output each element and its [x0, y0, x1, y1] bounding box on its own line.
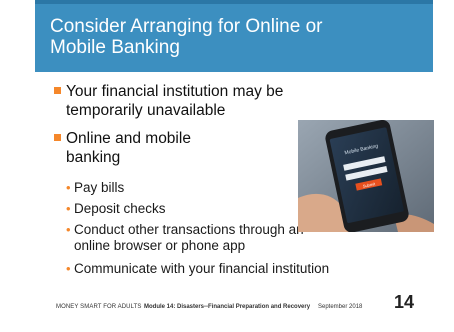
footer-date: September 2018: [318, 304, 363, 310]
slide-title: Consider Arranging for Online or Mobile …: [50, 16, 380, 58]
bullet-line-1: Your financial institution may be: [66, 83, 284, 100]
round-bullet-icon: •: [66, 222, 71, 237]
slide-title-line-2: Mobile Banking: [50, 37, 180, 58]
hand-holding-phone-image: Mobile Banking Submit: [298, 120, 434, 232]
sub-bullet-text: Deposit checks: [74, 201, 166, 216]
sub-bullet-text: Communicate with your financial institut…: [74, 261, 330, 276]
slide-title-line-1: Consider Arranging for Online or: [50, 16, 323, 37]
bullet-line-2: banking: [66, 149, 121, 166]
footer-module: Module 14: Disasters--Financial Preparat…: [144, 304, 311, 310]
sub-bullet-deposit-checks: • Deposit checks: [66, 201, 166, 217]
footer-program: MONEY SMART FOR ADULTS: [56, 304, 142, 310]
sub-bullet-text-line-2: online browser or phone app: [74, 238, 246, 253]
sub-bullet-pay-bills: • Pay bills: [66, 180, 125, 196]
sub-bullet-text: Pay bills: [74, 180, 125, 195]
sub-bullet-text-line-1: Conduct other transactions through an: [74, 222, 304, 237]
square-bullet-icon: [54, 134, 61, 141]
bullet-online-mobile-banking: Online and mobile banking: [54, 129, 191, 167]
bullet-line-2: temporarily unavailable: [66, 102, 226, 119]
round-bullet-icon: •: [66, 201, 71, 216]
square-bullet-icon: [54, 87, 61, 94]
bullet-institution-unavailable: Your financial institution may be tempor…: [54, 82, 284, 120]
round-bullet-icon: •: [66, 261, 71, 276]
sub-bullet-communicate: • Communicate with your financial instit…: [66, 261, 330, 277]
sub-bullet-other-transactions: • Conduct other transactions through an …: [66, 222, 304, 254]
round-bullet-icon: •: [66, 180, 71, 195]
slide-footer: MONEY SMART FOR ADULTS Module 14: Disast…: [0, 286, 454, 332]
bullet-line-1: Online and mobile: [66, 130, 191, 147]
slide-number: 14: [394, 292, 415, 312]
slide: Consider Arranging for Online or Mobile …: [0, 0, 454, 332]
title-band-top-edge: [35, 0, 433, 4]
